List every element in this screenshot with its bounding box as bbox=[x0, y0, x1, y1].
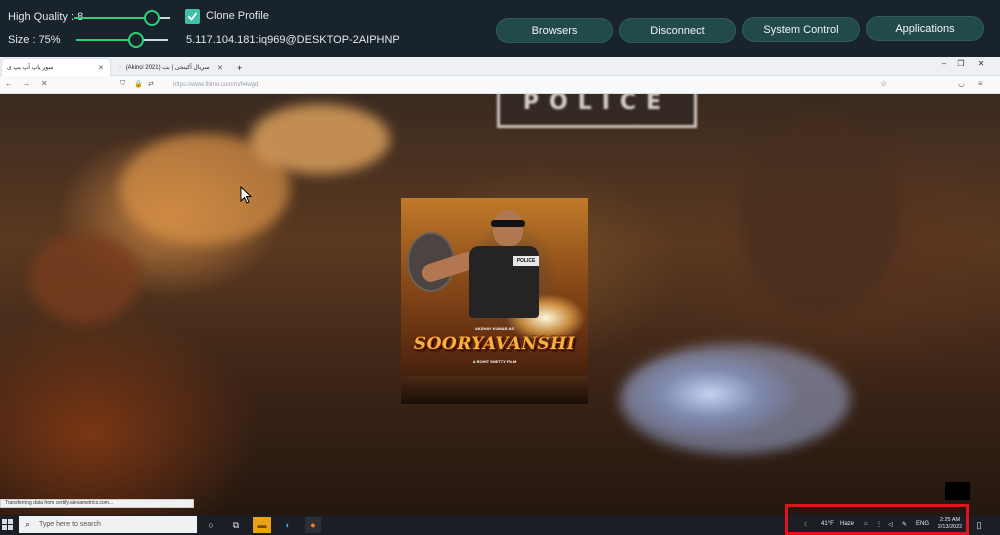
tab-1-label: سور پاپ آپ یپ ی bbox=[7, 65, 54, 71]
poster-subtitle: A ROHIT SHETTY FILM bbox=[472, 359, 517, 364]
bookmark-star-icon[interactable]: ☆ bbox=[880, 79, 887, 88]
poster-credit: AKSHAY KUMAR AS bbox=[475, 326, 514, 331]
file-explorer-icon[interactable]: ▬ bbox=[253, 517, 271, 533]
poster-head bbox=[493, 210, 523, 246]
poster-sunglasses bbox=[491, 220, 525, 227]
edge-icon[interactable]: ◐ bbox=[280, 517, 296, 533]
shield-icon[interactable]: ⛉ bbox=[120, 80, 125, 88]
cortana-icon[interactable]: ○ bbox=[203, 517, 219, 533]
check-icon bbox=[187, 12, 198, 21]
browser-tab-2[interactable]: ◌ (Akinci 2021) سریال آکینجی | بت ✕ bbox=[113, 59, 228, 76]
browser-tab-1[interactable]: سور پاپ آپ یپ ی ✕ bbox=[2, 59, 110, 76]
poster-police-badge: POLICE bbox=[513, 256, 539, 266]
search-placeholder: Type here to search bbox=[39, 521, 101, 528]
size-slider[interactable] bbox=[76, 32, 168, 48]
close-tab-2-icon[interactable]: ✕ bbox=[217, 64, 223, 72]
close-window-icon[interactable]: ✕ bbox=[971, 59, 991, 68]
black-overlay-square bbox=[945, 482, 970, 500]
forward-icon[interactable]: → bbox=[22, 79, 30, 88]
quality-slider-knob[interactable] bbox=[144, 10, 160, 26]
task-view-icon[interactable]: ⧉ bbox=[228, 517, 244, 533]
bg-blur-flash bbox=[620, 344, 850, 454]
windows-start-icon[interactable] bbox=[2, 519, 13, 530]
mouse-cursor-icon bbox=[240, 186, 252, 204]
poster-cars bbox=[401, 376, 588, 404]
browser-nav-bar: ← → ✕ ⛉ 🔒 ⇄ https://www.filimo.com/m/h4w… bbox=[0, 76, 1000, 94]
bg-blur-arm bbox=[250, 104, 390, 174]
tab-2-label: (Akinci 2021) سریال آکینجی | بت bbox=[125, 65, 210, 71]
lock-icon[interactable]: 🔒 bbox=[134, 80, 143, 88]
pocket-icon[interactable]: ◡ bbox=[958, 79, 965, 88]
menu-icon[interactable]: ≡ bbox=[978, 79, 983, 88]
search-icon: ⌕ bbox=[25, 519, 31, 529]
permissions-icon[interactable]: ⇄ bbox=[148, 80, 154, 88]
browser-tab-strip: سور پاپ آپ یپ ی ✕ ◌ (Akinci 2021) سریال … bbox=[0, 57, 1000, 76]
remote-screen[interactable]: سور پاپ آپ یپ ی ✕ ◌ (Akinci 2021) سریال … bbox=[0, 57, 1000, 535]
bg-blur-right bbox=[740, 114, 900, 314]
taskbar-search-input[interactable]: ⌕ Type here to search bbox=[19, 516, 197, 533]
back-icon[interactable]: ← bbox=[5, 79, 13, 88]
loading-icon: ◌ bbox=[118, 64, 122, 71]
quality-slider[interactable] bbox=[74, 10, 170, 26]
movie-poster[interactable]: POLICE AKSHAY KUMAR AS SOORYAVANSHI A RO… bbox=[401, 198, 588, 404]
quality-label: High Quality : 8 bbox=[8, 11, 84, 23]
connection-info: 5.117.104.181:iq969@DESKTOP-2AIPHNP bbox=[186, 34, 400, 46]
browsers-button[interactable]: Browsers bbox=[496, 18, 613, 43]
firefox-icon[interactable]: ● bbox=[305, 517, 321, 533]
notification-icon[interactable]: ▯ bbox=[974, 517, 984, 533]
size-label: Size : 75% bbox=[8, 34, 61, 46]
clone-profile-checkbox[interactable] bbox=[185, 9, 200, 24]
address-bar[interactable]: ⛉ 🔒 ⇄ https://www.filimo.com/m/h4wgd bbox=[115, 78, 905, 92]
maximize-icon[interactable]: ❐ bbox=[951, 59, 971, 68]
stop-icon[interactable]: ✕ bbox=[41, 79, 48, 88]
page-content[interactable]: POLICE POLICE AKSHAY KUMAR AS SOORYAVANS… bbox=[0, 94, 1000, 515]
system-control-button[interactable]: System Control bbox=[742, 17, 860, 42]
size-slider-knob[interactable] bbox=[128, 32, 144, 48]
bg-police-sign: POLICE bbox=[497, 94, 697, 128]
browser-status-bar: Transferring data from certify.alexametr… bbox=[0, 499, 194, 508]
bg-blur-left bbox=[30, 234, 140, 324]
applications-button[interactable]: Applications bbox=[866, 16, 984, 41]
poster-title: SOORYAVANSHI bbox=[413, 334, 576, 354]
clone-profile-label: Clone Profile bbox=[206, 10, 269, 22]
remote-toolbar: High Quality : 8 Size : 75% Clone Profil… bbox=[0, 0, 1000, 57]
tray-highlight-box bbox=[785, 504, 969, 535]
url-text: https://www.filimo.com/m/h4wgd bbox=[173, 82, 259, 88]
new-tab-button[interactable]: + bbox=[232, 59, 246, 76]
disconnect-button[interactable]: Disconnect bbox=[619, 18, 736, 43]
close-tab-1-icon[interactable]: ✕ bbox=[98, 64, 104, 72]
